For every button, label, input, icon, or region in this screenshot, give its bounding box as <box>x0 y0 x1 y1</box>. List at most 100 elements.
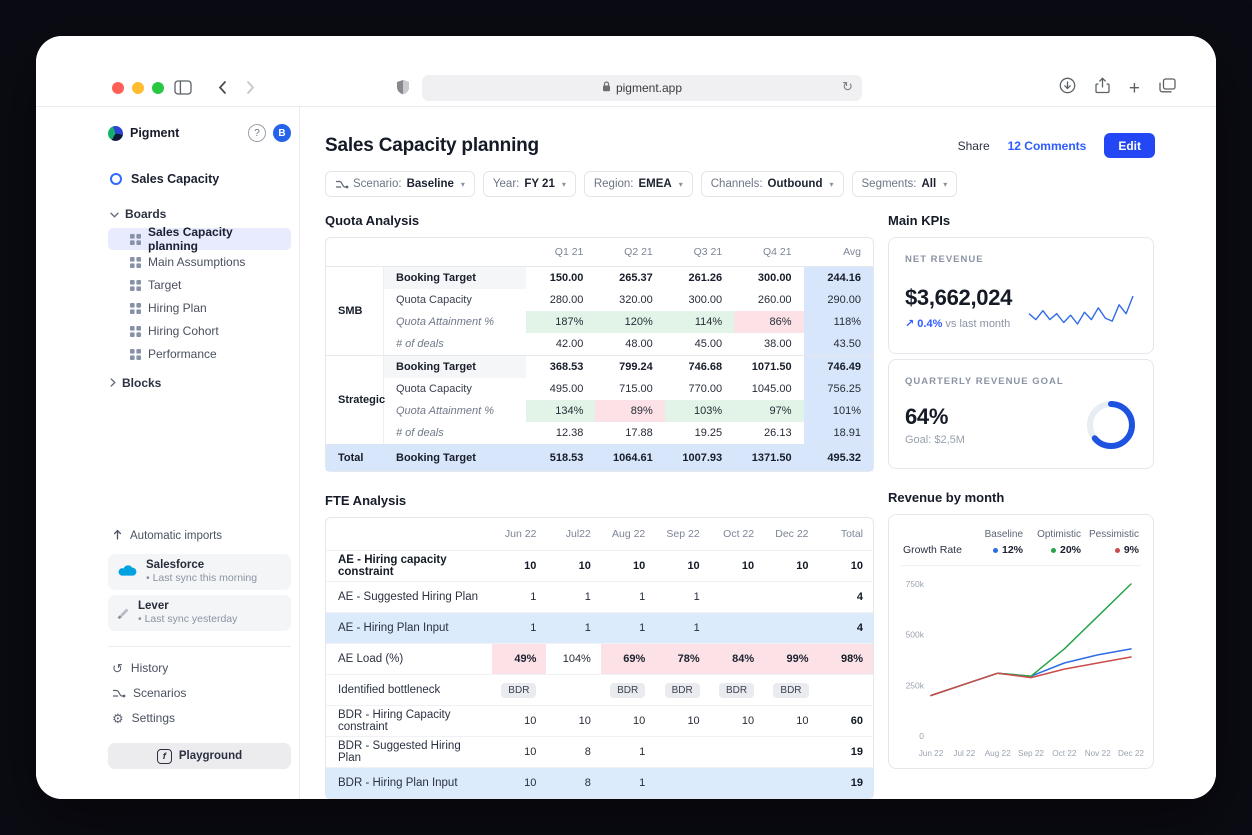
cell[interactable]: 368.53 <box>526 355 596 378</box>
cell[interactable]: 10 <box>600 550 656 581</box>
cell[interactable]: 756.25 <box>803 378 873 400</box>
cell[interactable]: 8 <box>546 767 601 798</box>
cell[interactable]: 261.26 <box>665 267 734 289</box>
cell[interactable]: 10 <box>655 705 710 736</box>
cell[interactable]: 10 <box>546 705 601 736</box>
cell[interactable]: 300.00 <box>734 267 803 289</box>
cell[interactable]: 10 <box>818 550 873 581</box>
cell[interactable] <box>709 581 765 612</box>
cell[interactable]: 10 <box>492 705 547 736</box>
cell[interactable]: 518.53 <box>526 444 596 471</box>
integration-lever[interactable]: Lever • Last sync yesterday <box>108 595 291 631</box>
cell[interactable]: 42.00 <box>526 333 595 355</box>
minimize-button[interactable] <box>132 82 144 94</box>
cell[interactable]: BDR <box>600 674 656 705</box>
filter-scenario[interactable]: Scenario: Baseline ▾ <box>325 171 475 197</box>
cell[interactable] <box>655 736 710 767</box>
cell[interactable] <box>655 767 710 798</box>
cell[interactable]: 60 <box>818 705 873 736</box>
cell[interactable]: 280.00 <box>526 289 595 311</box>
avatar[interactable]: B <box>273 124 291 142</box>
sidebar-item-sales-capacity[interactable]: Sales Capacity <box>108 167 291 191</box>
cell[interactable]: 1371.50 <box>734 444 804 471</box>
edit-button[interactable]: Edit <box>1104 133 1155 158</box>
cell[interactable]: 101% <box>803 400 873 422</box>
cell[interactable]: 1 <box>600 736 656 767</box>
cell[interactable]: 1 <box>655 581 710 612</box>
cell[interactable]: 1 <box>600 767 656 798</box>
cell[interactable]: 114% <box>664 311 735 333</box>
cell[interactable]: 134% <box>526 400 596 422</box>
cell[interactable]: 118% <box>803 311 873 333</box>
playground-button[interactable]: f Playground <box>108 743 291 769</box>
cell[interactable]: 26.13 <box>734 422 803 444</box>
comments-button[interactable]: 12 Comments <box>1008 139 1087 153</box>
blocks-section-toggle[interactable]: Blocks <box>108 372 291 394</box>
close-button[interactable] <box>112 82 124 94</box>
sidebar-toggle-icon[interactable] <box>174 80 192 100</box>
cell[interactable]: 1 <box>546 581 601 612</box>
downloads-icon[interactable] <box>1059 77 1076 99</box>
cell[interactable]: 4 <box>818 612 873 643</box>
cell[interactable]: 799.24 <box>595 355 665 378</box>
sidebar-item-main-assumptions[interactable]: Main Assumptions <box>108 251 291 273</box>
cell[interactable]: 12.38 <box>526 422 595 444</box>
cell[interactable]: 187% <box>526 311 596 333</box>
cell[interactable]: 1 <box>655 612 710 643</box>
sidebar-item-hiring-plan[interactable]: Hiring Plan <box>108 297 291 319</box>
cell[interactable] <box>764 767 819 798</box>
share-button[interactable]: Share <box>958 139 990 153</box>
cell[interactable]: 86% <box>734 311 804 333</box>
filter-segments[interactable]: Segments: All ▾ <box>851 171 958 197</box>
cell[interactable]: 48.00 <box>595 333 664 355</box>
cell[interactable] <box>546 674 601 705</box>
cell[interactable]: 10 <box>655 550 710 581</box>
cell[interactable]: 1 <box>492 612 547 643</box>
cell[interactable]: BDR <box>655 674 710 705</box>
cell[interactable]: 1 <box>546 612 601 643</box>
cell[interactable]: 1064.61 <box>595 444 665 471</box>
cell[interactable] <box>818 674 873 705</box>
cell[interactable]: 43.50 <box>803 333 873 355</box>
cell[interactable]: 19.25 <box>665 422 734 444</box>
cell[interactable]: 10 <box>709 705 765 736</box>
cell[interactable]: 99% <box>764 643 819 674</box>
filter-year[interactable]: Year: FY 21 ▾ <box>482 171 576 197</box>
cell[interactable]: 300.00 <box>665 289 734 311</box>
sidebar-item-history[interactable]: ↺ History <box>108 656 291 680</box>
cell[interactable]: 45.00 <box>665 333 734 355</box>
cell[interactable]: 10 <box>709 550 765 581</box>
cell[interactable]: 89% <box>595 400 665 422</box>
help-icon[interactable]: ? <box>248 124 266 142</box>
cell[interactable]: 19 <box>818 767 873 798</box>
cell[interactable]: 10 <box>492 736 547 767</box>
cell[interactable] <box>764 736 819 767</box>
cell[interactable]: 260.00 <box>734 289 803 311</box>
cell[interactable]: 1 <box>600 612 656 643</box>
boards-section-toggle[interactable]: Boards <box>108 203 291 225</box>
cell[interactable]: 19 <box>818 736 873 767</box>
cell[interactable]: 69% <box>600 643 656 674</box>
cell[interactable]: 98% <box>818 643 873 674</box>
cell[interactable]: 1007.93 <box>664 444 735 471</box>
cell[interactable]: 244.16 <box>803 267 873 289</box>
cell[interactable]: 8 <box>546 736 601 767</box>
cell[interactable]: 10 <box>492 767 547 798</box>
cell[interactable]: 120% <box>595 311 665 333</box>
cell[interactable]: 17.88 <box>595 422 664 444</box>
privacy-shield-icon[interactable] <box>396 79 410 100</box>
cell[interactable]: 290.00 <box>803 289 873 311</box>
cell[interactable]: 770.00 <box>665 378 734 400</box>
cell[interactable] <box>709 736 765 767</box>
share-icon[interactable] <box>1095 77 1110 99</box>
cell[interactable]: 10 <box>492 550 547 581</box>
cell[interactable]: 495.32 <box>803 444 873 471</box>
filter-region[interactable]: Region: EMEA ▾ <box>583 171 693 197</box>
cell[interactable]: 150.00 <box>526 267 595 289</box>
cell[interactable] <box>764 581 819 612</box>
sidebar-item-target[interactable]: Target <box>108 274 291 296</box>
filter-channels[interactable]: Channels: Outbound ▾ <box>700 171 844 197</box>
new-tab-icon[interactable]: + <box>1129 79 1140 98</box>
cell[interactable]: 265.37 <box>595 267 664 289</box>
cell[interactable]: 18.91 <box>803 422 873 444</box>
